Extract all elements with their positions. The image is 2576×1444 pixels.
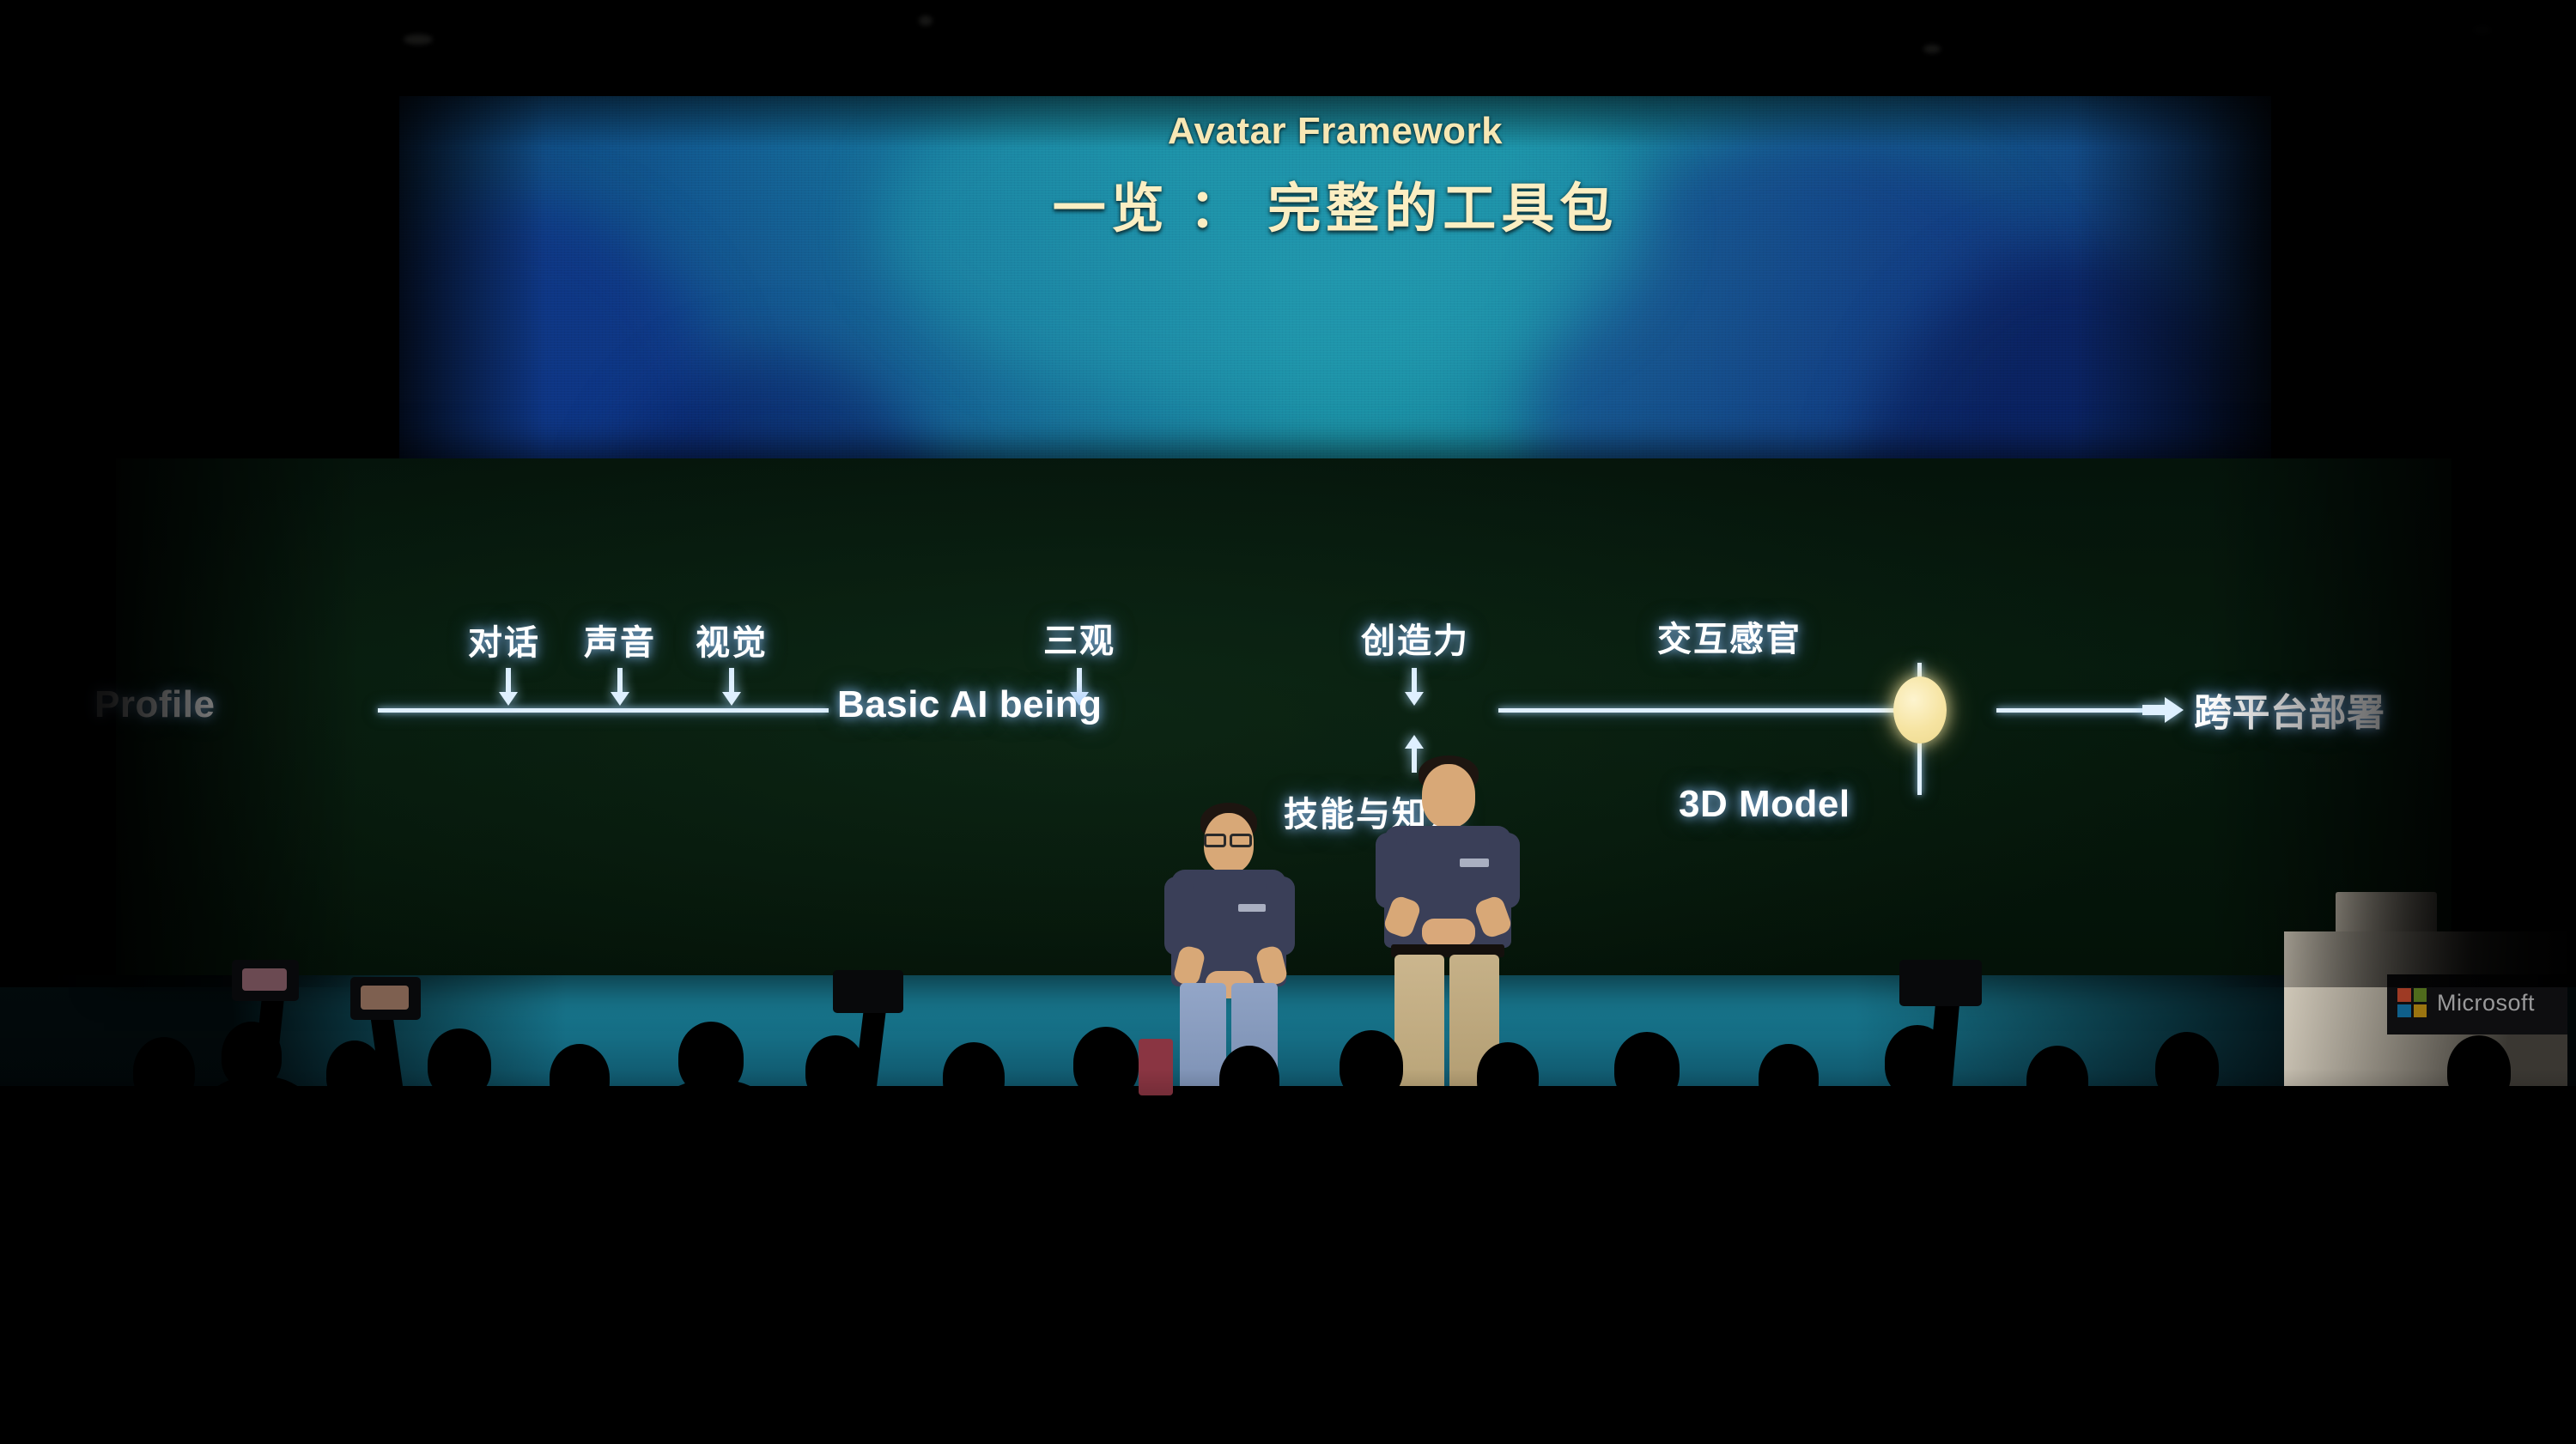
diagram-label-3d-model: 3D Model — [1679, 783, 1850, 825]
ceiling-light — [919, 15, 933, 26]
venue-room: Avatar Framework 一览 ： 完整的工具包 Profile Bas… — [0, 0, 2576, 1444]
rail-segment-basic-to-node — [1498, 708, 1911, 713]
presenter-badge — [1460, 859, 1489, 867]
ceiling-light — [1923, 45, 1941, 53]
diagram-node-basic-ai-being: Basic AI being — [837, 683, 1103, 725]
arrow-right-icon — [2142, 697, 2184, 723]
diagram-label-dialogue: 对话 — [468, 624, 540, 662]
room-edge-bottom — [0, 1069, 2576, 1438]
diagram-label-interaction: 交互感官 — [1657, 621, 1801, 658]
rail-segment-node-to-output — [1996, 708, 2151, 713]
room-edge-right — [2207, 0, 2576, 987]
glasses-icon — [1204, 834, 1226, 847]
arrow-down-icon — [499, 668, 518, 706]
node-spine-lower — [1917, 740, 1922, 795]
diagram-label-voice: 声音 — [584, 624, 656, 662]
presenter-badge — [1238, 904, 1266, 912]
glasses-icon — [1230, 834, 1252, 847]
audience-phone-screen — [361, 986, 409, 1010]
diagram-label-worldview: 三观 — [1043, 622, 1115, 660]
ceiling — [0, 0, 2576, 112]
diagram-label-vision: 视觉 — [696, 624, 768, 662]
arrow-down-icon — [722, 668, 741, 706]
audience-phone — [833, 970, 903, 1013]
rail-segment-profile-to-basic — [378, 708, 829, 713]
ceiling-light — [404, 34, 433, 45]
audience-camera — [1899, 960, 1982, 1006]
diagram-label-creativity: 创造力 — [1361, 622, 1469, 660]
presenter-head — [1422, 764, 1475, 828]
node-3d-model-marker — [1893, 676, 1947, 743]
room-edge-left — [0, 0, 361, 987]
audience-phone-screen — [242, 968, 287, 991]
arrow-down-icon — [1405, 668, 1424, 706]
screen-vignette-top — [399, 96, 2271, 148]
arrow-down-icon — [611, 668, 629, 706]
